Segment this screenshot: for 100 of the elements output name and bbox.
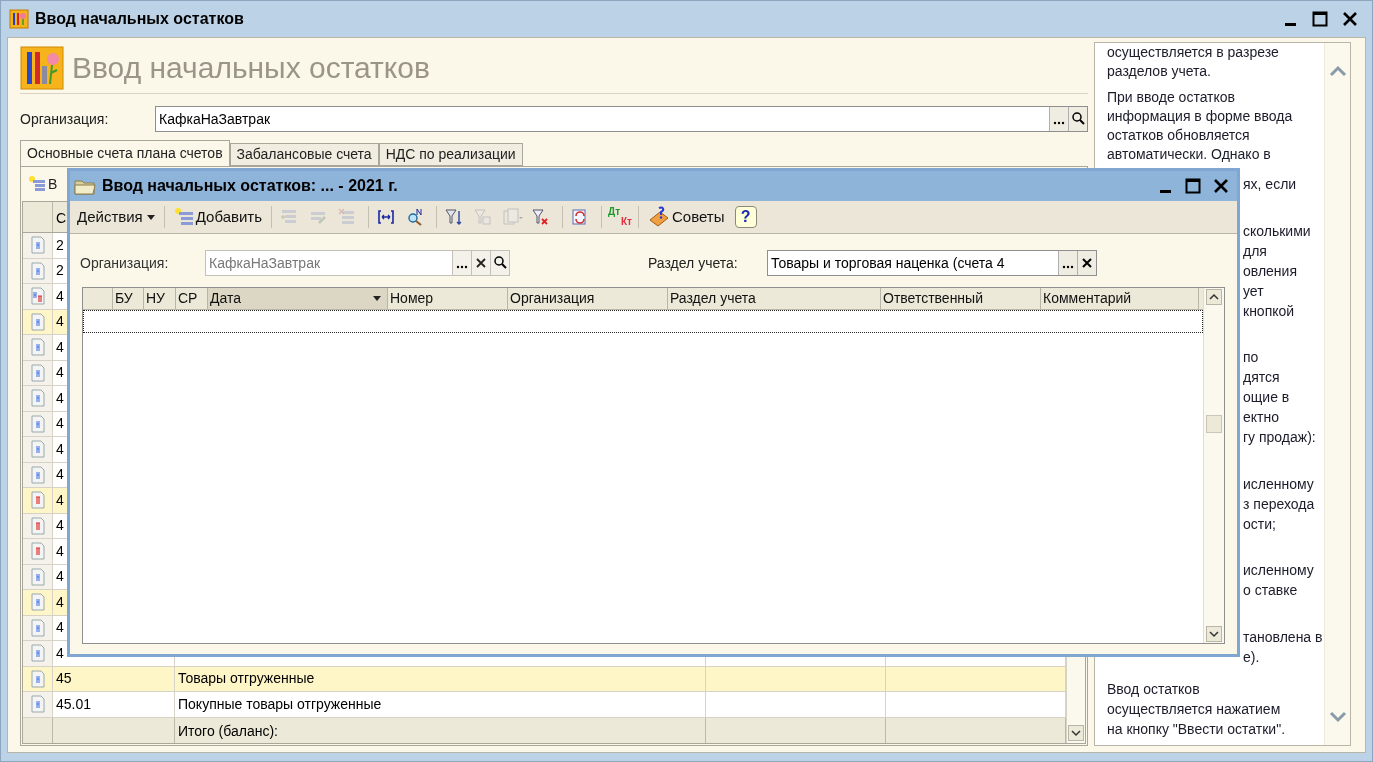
total-label: Итого (баланс): — [178, 722, 278, 739]
account-code: 4 — [56, 439, 64, 459]
active-account-icon — [28, 338, 47, 357]
passive-account-icon — [28, 516, 47, 535]
section-field[interactable]: Товары и торговая наценка (счета 4 — [767, 250, 1097, 276]
ellipsis-icon[interactable] — [452, 251, 471, 275]
column-header[interactable]: Раздел учета — [668, 288, 881, 309]
actions-menu[interactable]: Действия — [74, 204, 158, 230]
active-account-icon — [28, 261, 47, 280]
help-text: разделов учета. — [1107, 62, 1211, 81]
column-header[interactable]: Ответственный — [881, 288, 1041, 309]
help-text: остатков обновляется — [1107, 126, 1250, 145]
help-text: информация в форме ввода — [1107, 107, 1293, 126]
help-text: ует — [1243, 281, 1264, 301]
field-label: Организация: — [20, 109, 110, 129]
help-text: осуществляется нажатием — [1107, 700, 1281, 719]
tab[interactable]: Основные счета плана счетов — [20, 140, 230, 166]
help-text: исленному — [1243, 561, 1314, 581]
account-code: 4 — [56, 567, 64, 587]
scroll-up-icon[interactable] — [1206, 289, 1222, 305]
add-button[interactable]: В — [28, 173, 58, 195]
active-account-icon — [28, 389, 47, 408]
book-question-icon — [648, 206, 671, 228]
search-icon[interactable] — [1068, 107, 1087, 131]
add-button[interactable]: Добавить — [170, 204, 266, 230]
account-name: Товары отгруженные — [178, 669, 315, 689]
account-code: 4 — [56, 388, 64, 408]
tab[interactable]: НДС по реализации — [378, 143, 523, 166]
help-text: дятся — [1243, 368, 1280, 388]
passive-account-icon — [28, 491, 47, 510]
field-label: Раздел учета: — [648, 253, 739, 273]
column-header[interactable]: Номер — [388, 288, 508, 309]
close-icon[interactable] — [1213, 178, 1229, 194]
active-account-icon — [28, 414, 47, 433]
active-account-icon — [28, 440, 47, 459]
help-text: для — [1243, 241, 1267, 261]
help-text: осуществляется в разрезе — [1107, 43, 1279, 62]
column-header[interactable]: НУ — [144, 288, 176, 309]
account-code: 2 — [56, 261, 64, 281]
maximize-icon[interactable] — [1185, 178, 1201, 194]
sort-icon — [373, 296, 381, 301]
account-code: 4 — [56, 337, 64, 357]
help-text: ости; — [1243, 514, 1276, 534]
column-header[interactable]: Дата — [208, 288, 388, 309]
search-icon[interactable] — [490, 251, 509, 275]
close-icon[interactable] — [1342, 11, 1358, 27]
help-text: сколькими — [1243, 221, 1311, 241]
ellipsis-icon[interactable] — [1049, 107, 1068, 131]
help-text: по — [1243, 348, 1259, 368]
help-text: з перехода — [1243, 494, 1315, 514]
tips-button[interactable]: Советы — [645, 204, 728, 230]
active-account-icon — [28, 695, 47, 714]
help-text: ектно — [1243, 408, 1279, 428]
help-text: ощие в — [1243, 388, 1290, 408]
active-passive-account-icon — [28, 287, 47, 306]
app-icon — [9, 9, 29, 29]
help-text: тановлена в — [1243, 627, 1323, 647]
active-account-icon — [28, 236, 47, 255]
account-code: 4 — [56, 516, 64, 536]
column-header[interactable]: Комментарий — [1041, 288, 1199, 309]
maximize-icon[interactable] — [1312, 11, 1328, 27]
account-code: 4 — [56, 286, 64, 306]
app-logo-icon — [20, 45, 64, 90]
help-text: исленному — [1243, 474, 1314, 494]
column-header[interactable]: Организация — [508, 288, 668, 309]
organization-field[interactable]: КафкаНаЗавтрак — [155, 106, 1088, 132]
help-text: е). — [1243, 647, 1260, 667]
dialog-title: Ввод начальных остатков: ... - 2021 г. — [102, 176, 398, 196]
ellipsis-icon[interactable] — [1058, 251, 1077, 275]
window-title: Ввод начальных остатков — [35, 9, 244, 29]
scroll-down-icon[interactable] — [1206, 626, 1222, 642]
account-code: 4 — [56, 312, 64, 332]
help-text: о ставке — [1243, 581, 1298, 601]
active-account-icon — [28, 644, 47, 663]
caret-icon — [146, 214, 155, 220]
help-text: автоматически. Однако в — [1107, 145, 1271, 164]
clear-icon[interactable] — [1077, 251, 1096, 275]
help-button[interactable]: ? — [734, 206, 757, 228]
scroll-down-icon[interactable] — [1068, 725, 1084, 741]
account-code: 4 — [56, 363, 64, 383]
scroll-thumb[interactable] — [1206, 415, 1222, 433]
column-header[interactable]: БУ — [113, 288, 144, 309]
account-code: 2 — [56, 235, 64, 255]
tab[interactable]: Забалансовые счета — [229, 143, 379, 166]
help-text: Ввод остатков — [1107, 680, 1200, 699]
help-text: При вводе остатков — [1107, 88, 1236, 107]
account-code: 4 — [56, 541, 64, 561]
account-code: 45.01 — [56, 694, 92, 714]
active-account-icon — [28, 567, 47, 586]
help-text: на кнопку "Ввести остатки". — [1107, 720, 1286, 739]
account-code: 45 — [56, 669, 72, 689]
active-account-icon — [28, 618, 47, 637]
debit-credit-button[interactable]: Дт Кт — [608, 204, 633, 230]
help-text: ях, если — [1243, 175, 1297, 194]
table-row[interactable] — [83, 310, 1203, 333]
passive-account-icon — [28, 542, 47, 561]
clear-icon[interactable] — [471, 251, 490, 275]
folder-icon — [74, 177, 96, 195]
add-list-icon — [173, 207, 194, 227]
active-account-icon — [28, 593, 47, 612]
